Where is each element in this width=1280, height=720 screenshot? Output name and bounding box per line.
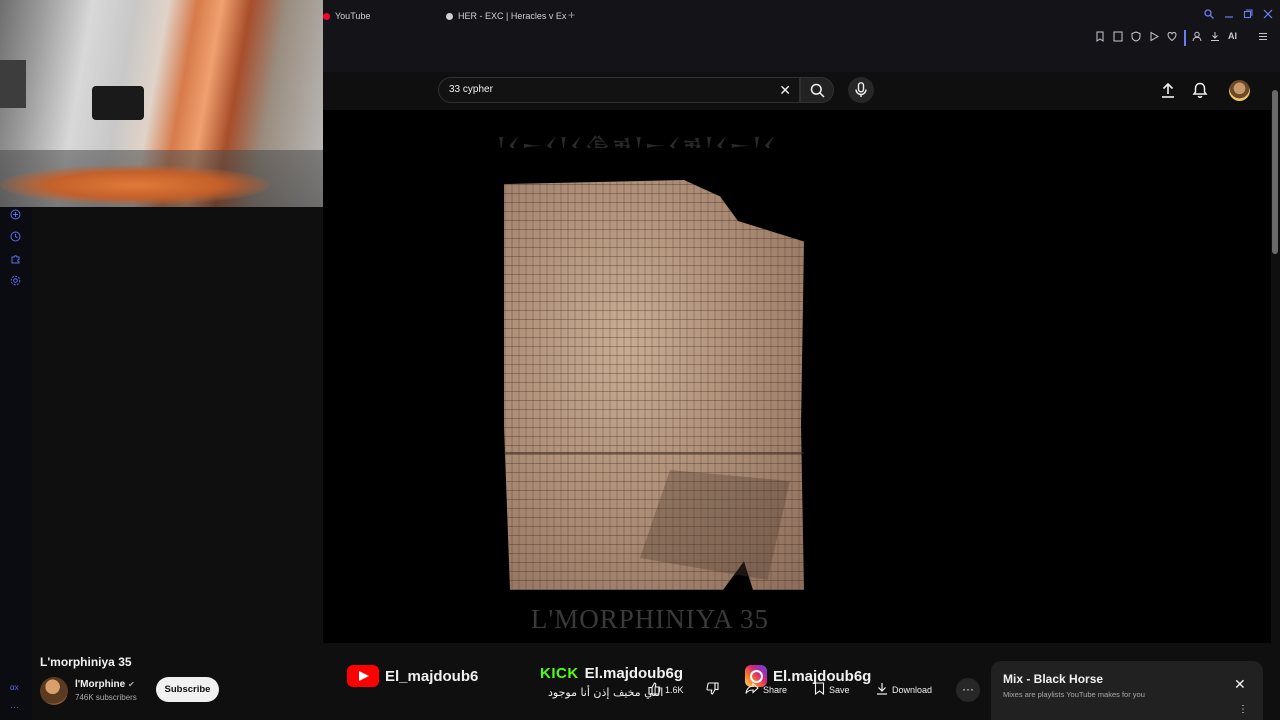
more-actions-button[interactable]: ··· [956, 678, 980, 702]
extensions-icon[interactable] [10, 253, 21, 267]
video-overlay-title: L'MORPHINIYA 35 [530, 604, 770, 634]
thumbs-down-icon [706, 682, 719, 698]
like-button[interactable]: 1.6K [648, 680, 684, 700]
lamp-shade [92, 86, 144, 120]
notifications-bell-icon[interactable] [1190, 80, 1210, 100]
history-icon[interactable] [10, 231, 21, 245]
share-label: Share [763, 685, 788, 695]
tab-label: HER - EXC | Heracles v Ex [458, 11, 567, 21]
tab-youtube[interactable]: YouTube [323, 8, 370, 24]
subscriber-count: 746K subscribers [75, 693, 137, 702]
mix-subtitle: Mixes are playlists YouTube makes for yo… [1003, 690, 1145, 699]
arabic-caption: اللي مخيف إذن أنا موجود [548, 686, 664, 699]
save-bookmark-icon [814, 682, 825, 698]
download-label: Download [892, 685, 933, 695]
dislike-button[interactable] [706, 680, 719, 700]
clear-search-icon[interactable]: ✕ [779, 82, 791, 98]
channel-name[interactable]: l'Morphine [75, 679, 125, 690]
mix-title: Mix - Black Horse [1003, 672, 1104, 686]
tab-view-icon[interactable] [1113, 31, 1123, 45]
close-mix-icon[interactable]: ✕ [1234, 676, 1246, 693]
subscribe-button[interactable]: Subscribe [156, 677, 219, 702]
youtube-social-handle: El_majdoub6 [347, 665, 478, 687]
youtube-favicon-icon [323, 12, 330, 20]
channel-avatar[interactable] [40, 677, 68, 705]
search-query: 33 cypher [449, 84, 493, 95]
mix-menu-icon[interactable]: ⋮ [1238, 704, 1248, 715]
verified-badge-icon: ✔ [128, 680, 135, 689]
share-button[interactable]: Share [745, 680, 787, 700]
like-count: 1.6K [665, 685, 684, 695]
share-arrow-icon [745, 682, 759, 698]
microphone-icon [855, 82, 867, 97]
kick-logo: KICK [540, 665, 579, 682]
sidebar-bottom-label[interactable]: αx [10, 683, 19, 692]
youtube-logo-icon [347, 665, 379, 687]
blurred-hand [0, 165, 270, 205]
heart-icon[interactable] [1167, 31, 1177, 45]
tab-favicon-icon [446, 12, 453, 20]
webcam-overlay [0, 0, 323, 207]
wall-frame [0, 60, 26, 108]
account-avatar[interactable] [1229, 80, 1250, 101]
thumbs-up-icon [648, 682, 661, 698]
shield-icon[interactable] [1131, 31, 1141, 45]
video-cuneiform-banner: 𒁹𒌋𒀸𒌋𒁹𒌋𒆠𒂊𒁹𒀸𒌋𒂊𒁹𒌋𒀸𒁹𒌋 [497, 133, 778, 148]
search-input[interactable]: 33 cypher ✕ [438, 77, 800, 103]
tab-label: YouTube [335, 11, 371, 21]
search-icon [810, 83, 825, 98]
video-title: L'morphiniya 35 [40, 655, 132, 669]
scrollbar-thumb[interactable] [1272, 90, 1278, 254]
download-button[interactable]: Download [876, 680, 932, 700]
search-icon[interactable] [1204, 9, 1214, 22]
ai-assistant-button[interactable]: AI [1228, 31, 1237, 41]
close-window-icon[interactable] [1263, 9, 1273, 22]
youtube-handle-text: El_majdoub6 [385, 667, 479, 685]
tablet-crack [504, 452, 804, 454]
upload-icon[interactable] [1158, 80, 1178, 100]
screen: YouTube HER - EXC | Heracles v Ex + AI α… [0, 0, 1280, 720]
new-tab-button[interactable]: + [568, 8, 575, 22]
sidebar-more-icon[interactable]: ··· [10, 702, 19, 712]
play-icon[interactable] [1149, 31, 1160, 45]
toolbar-separator [1184, 30, 1186, 46]
minimize-icon[interactable] [1224, 9, 1234, 22]
sidebar-add-icon[interactable] [10, 209, 21, 223]
save-label: Save [829, 685, 850, 695]
restore-icon[interactable] [1243, 9, 1253, 22]
tab-heracles[interactable]: HER - EXC | Heracles v Ex [446, 8, 566, 24]
settings-gear-icon[interactable] [10, 275, 21, 289]
save-button[interactable]: Save [814, 680, 850, 700]
download-icon [876, 682, 888, 698]
menu-icon[interactable] [1258, 31, 1268, 45]
search-button[interactable] [800, 77, 834, 103]
bookmark-icon[interactable] [1095, 31, 1105, 45]
profile-icon[interactable] [1192, 31, 1202, 45]
voice-search-button[interactable] [848, 77, 874, 103]
downloads-icon[interactable] [1210, 31, 1220, 45]
